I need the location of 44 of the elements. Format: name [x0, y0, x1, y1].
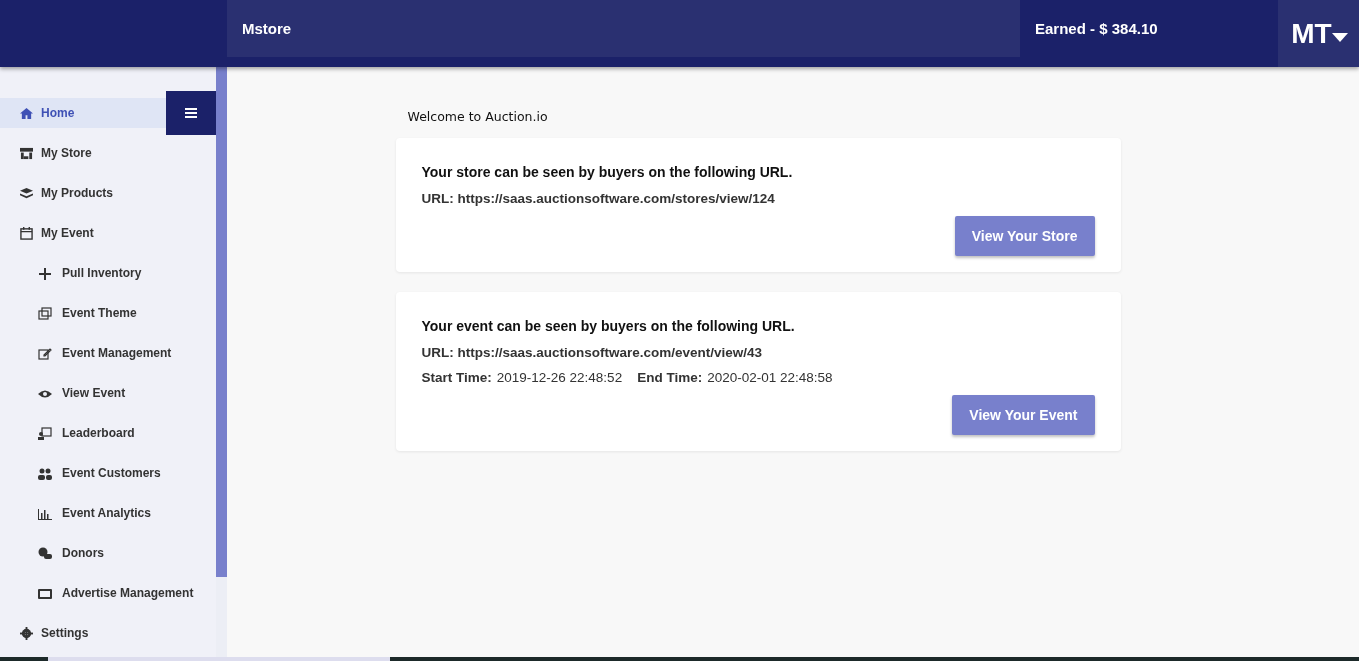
- end-time-label: End Time:: [637, 370, 703, 385]
- welcome-text: Welcome to Auction.io: [407, 109, 549, 124]
- view-button[interactable]: View Your Store: [954, 216, 1095, 256]
- view-button[interactable]: View Your Event: [952, 395, 1095, 435]
- store-name: Mstore: [242, 20, 292, 37]
- sidebar-item[interactable]: Settings: [0, 618, 166, 648]
- chat-icon: [38, 546, 52, 560]
- home-icon: [20, 106, 33, 120]
- board-icon: [38, 426, 52, 440]
- url-text: URL: https://saas.auctionsoftware.com/event/view/43: [421, 345, 764, 360]
- menu-icon: [185, 108, 197, 118]
- calendar-icon: [20, 226, 33, 240]
- sidebar-item[interactable]: Donors: [0, 538, 216, 568]
- card-heading: Your store can be seen by buyers on the following URL.: [421, 164, 794, 180]
- sidebar-item[interactable]: Event Analytics: [0, 498, 216, 528]
- sidebar-item[interactable]: Leaderboard: [0, 418, 216, 448]
- sidebar-item[interactable]: My Event: [0, 218, 166, 248]
- menu-button[interactable]: [166, 91, 216, 135]
- sidebar-item[interactable]: Advertise Management: [0, 578, 216, 608]
- sidebar-item[interactable]: Event Management: [0, 338, 216, 368]
- sidebar-item[interactable]: View Event: [0, 378, 216, 408]
- ad-icon: [38, 586, 52, 600]
- earned-amount: Earned - $ 384.10: [1034, 19, 1159, 39]
- users-icon: [38, 466, 52, 480]
- sidebar-item[interactable]: Pull Inventory: [0, 258, 216, 288]
- sidebar-item[interactable]: Event Customers: [0, 458, 216, 488]
- end-time-value: 2020-02-01 22:48:58: [707, 370, 833, 385]
- sidebar-item[interactable]: My Store: [0, 138, 166, 168]
- layers-icon: [20, 186, 33, 200]
- copy-icon: [38, 306, 52, 320]
- start-time-value: 2019-12-26 22:48:52: [496, 370, 623, 385]
- caret-icon: [1331, 31, 1348, 42]
- settings-icon: [20, 626, 33, 640]
- bar-chart-icon: [38, 506, 52, 520]
- start-time-label: Start Time:: [421, 370, 492, 385]
- card-heading: Your event can be seen by buyers on the following URL.: [421, 318, 796, 334]
- storefront-icon: [20, 146, 33, 160]
- user-menu-button[interactable]: MT: [1278, 0, 1359, 67]
- sidebar-item[interactable]: My Products: [0, 178, 166, 208]
- sidebar-item[interactable]: Event Theme: [0, 298, 216, 328]
- sidebar-item[interactable]: Home: [0, 98, 166, 128]
- url-text: URL: https://saas.auctionsoftware.com/stores/view/124: [421, 191, 776, 206]
- edit-icon: [38, 346, 52, 360]
- plus-icon: [38, 266, 52, 280]
